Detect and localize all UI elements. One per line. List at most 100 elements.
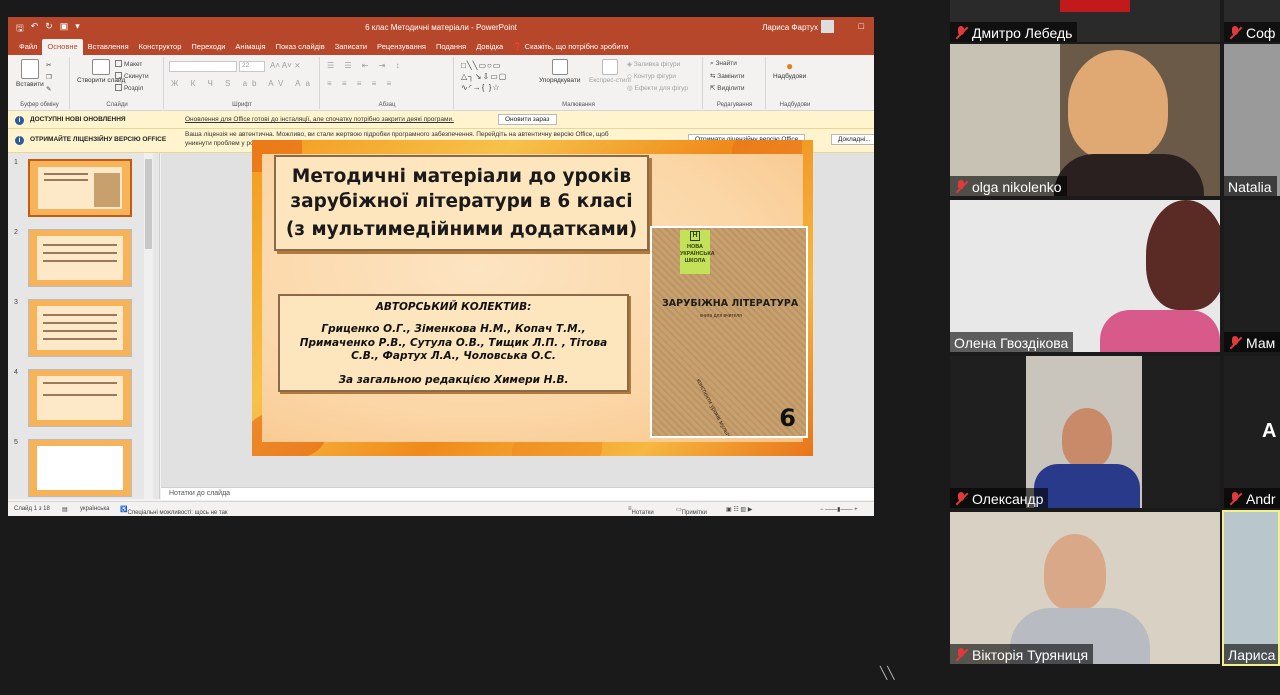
thumb-line bbox=[43, 314, 117, 316]
font-style-buttons[interactable]: Ж К Ч S ab AV Aa bbox=[171, 79, 315, 88]
comments-label: Примітки bbox=[681, 510, 707, 516]
tab-insert[interactable]: Вставлення bbox=[83, 39, 134, 55]
participant-label: Лариса bbox=[1224, 644, 1278, 664]
tab-help[interactable]: Довідка bbox=[471, 39, 508, 55]
tab-view[interactable]: Подання bbox=[431, 39, 471, 55]
thumb-line bbox=[43, 252, 117, 254]
participant-tile[interactable]: Соф bbox=[1224, 0, 1280, 42]
find-button[interactable]: ⌕ Знайти bbox=[710, 60, 737, 68]
participant-tile[interactable]: Олена Гвоздікова bbox=[950, 200, 1220, 352]
quick-styles-button[interactable]: Експрес-стилі bbox=[589, 59, 631, 84]
reset-button[interactable]: Скинути bbox=[115, 72, 149, 80]
participant-tile[interactable]: Олександр bbox=[950, 356, 1220, 508]
tab-home[interactable]: Основне bbox=[42, 39, 83, 55]
notes-button[interactable]: ≡ Нотатки bbox=[628, 506, 654, 516]
paste-button[interactable]: Вставити bbox=[16, 59, 44, 88]
thumb-line bbox=[43, 338, 117, 340]
group-editing: ⌕ Знайти ⇆ Замінити ⇱ Виділити Редагуван… bbox=[704, 57, 766, 109]
learn-more-button[interactable]: Докладні... bbox=[831, 134, 874, 145]
participant-tile[interactable]: Мам bbox=[1224, 200, 1280, 352]
tab-review[interactable]: Рецензування bbox=[372, 39, 431, 55]
slide-canvas[interactable]: Методичні матеріали до уроків зарубіжної… bbox=[252, 140, 813, 456]
slide-thumbnail-1[interactable] bbox=[28, 159, 132, 217]
participant-name: Мам bbox=[1246, 335, 1276, 351]
slide-title-line-1: Методичні матеріали до уроків bbox=[291, 166, 632, 187]
scrollbar-thumb[interactable] bbox=[145, 159, 152, 249]
arrange-button[interactable]: Упорядкувати bbox=[539, 59, 580, 84]
slide-thumbnail-3[interactable] bbox=[28, 299, 132, 357]
video-feed bbox=[950, 44, 1060, 196]
thumb-book bbox=[94, 173, 120, 207]
bullets-icon[interactable]: ☰ ☰ ⇤ ⇥ ↕ bbox=[327, 61, 404, 70]
quick-styles-label: Експрес-стилі bbox=[589, 77, 631, 84]
ribbon-display-icon[interactable]: □ bbox=[859, 21, 864, 31]
shapes-gallery[interactable]: □╲╲▭○▭ △┐↘⇩▭▢ ∿◜→{ }☆ bbox=[461, 60, 507, 93]
thumb-number: 5 bbox=[14, 439, 18, 446]
nus-badge: Н НОВА УКРАЇНСЬКА ШКОЛА bbox=[680, 230, 715, 274]
participant-tile-active-speaker[interactable]: Лариса bbox=[1222, 510, 1280, 666]
nus-letter: Н bbox=[690, 231, 700, 241]
thumb-line bbox=[43, 322, 117, 324]
book-subtitle: книга для вчителя bbox=[700, 313, 742, 319]
copy-icon[interactable]: ❐ bbox=[46, 73, 52, 81]
user-name[interactable]: Лариса Фартух bbox=[762, 23, 818, 32]
font-group-label: Шрифт bbox=[232, 102, 252, 108]
clipboard-group-label: Буфер обміну bbox=[20, 102, 59, 108]
font-size-input[interactable]: 22 bbox=[239, 61, 265, 72]
slide-thumbnail-4[interactable] bbox=[28, 369, 132, 427]
addins-button[interactable]: ● Надбудови bbox=[773, 59, 806, 80]
shape-effects-button[interactable]: ◎ Ефекти для фігур bbox=[627, 84, 688, 92]
view-buttons[interactable]: ▣ ☷ ▥ ▶ bbox=[726, 506, 752, 513]
participant-name: Andr bbox=[1246, 491, 1276, 507]
language-status[interactable]: українська bbox=[80, 506, 110, 512]
group-addins: ● Надбудови Надбудови bbox=[767, 57, 823, 109]
layout-button[interactable]: Макет bbox=[115, 60, 142, 68]
avatar-initial: A bbox=[1262, 420, 1277, 442]
select-button[interactable]: ⇱ Виділити bbox=[710, 84, 745, 92]
participant-tile[interactable]: Дмитро Лебедь bbox=[950, 0, 1220, 42]
format-painter-icon[interactable]: ✎ bbox=[46, 85, 51, 93]
tab-slideshow[interactable]: Показ слайдів bbox=[271, 39, 330, 55]
authors-list: Гриценко О.Г., Зіменкова Н.М., Копач Т.М… bbox=[299, 323, 608, 362]
participant-tile[interactable]: A Andr bbox=[1224, 356, 1280, 508]
resize-grip-icon[interactable]: ╲╲ bbox=[880, 666, 894, 680]
notes-pane[interactable]: Нотатки до слайда bbox=[161, 487, 874, 500]
nus-badge-text: НОВА УКРАЇНСЬКА ШКОЛА bbox=[680, 244, 715, 264]
zoom-slider[interactable]: − ——▮—— + bbox=[820, 506, 858, 513]
thumbnails-scrollbar[interactable] bbox=[144, 153, 153, 499]
tab-animations[interactable]: Анімація bbox=[230, 39, 270, 55]
section-button[interactable]: Розділ bbox=[115, 84, 143, 92]
align-icon[interactable]: ≡ ≡ ≡ ≡ ≡ bbox=[327, 79, 395, 88]
tell-me-search[interactable]: ❓ Скажіть, що потрібно зробити bbox=[508, 39, 633, 55]
shape-outline-button[interactable]: ◇ Контур фігури bbox=[627, 72, 676, 80]
user-avatar[interactable] bbox=[821, 20, 834, 33]
shape-fill-button[interactable]: ◈ Заливка фігури bbox=[627, 60, 680, 68]
book-cover-image[interactable]: Н НОВА УКРАЇНСЬКА ШКОЛА ЗАРУБІЖНА ЛІТЕРА… bbox=[650, 226, 808, 438]
authors-box[interactable]: АВТОРСЬКИЙ КОЛЕКТИВ: Гриценко О.Г., Зіме… bbox=[278, 294, 629, 392]
tell-me-text: Скажіть, що потрібно зробити bbox=[524, 42, 629, 51]
participant-tile[interactable]: olga nikolenko bbox=[950, 44, 1220, 196]
participant-tile[interactable]: Вікторія Туряниця bbox=[950, 512, 1220, 664]
tab-record[interactable]: Записати bbox=[330, 39, 372, 55]
addins-group-label: Надбудови bbox=[779, 102, 811, 108]
tab-design[interactable]: Конструктор bbox=[134, 39, 187, 55]
slide-thumbnail-5[interactable] bbox=[28, 439, 132, 497]
video-feed bbox=[1146, 200, 1220, 310]
slide-thumbnail-2[interactable] bbox=[28, 229, 132, 287]
font-grow-icon[interactable]: A˄ A˅ ⨯ bbox=[270, 61, 301, 70]
tab-file[interactable]: Файл bbox=[14, 39, 42, 55]
slide-title-box[interactable]: Методичні матеріали до уроків зарубіжної… bbox=[274, 155, 649, 251]
font-name-input[interactable] bbox=[169, 61, 237, 72]
spellcheck-icon[interactable]: ▤ bbox=[62, 506, 68, 513]
participant-tile[interactable]: Natalia bbox=[1224, 44, 1280, 196]
update-now-button[interactable]: Оновити зараз bbox=[498, 114, 557, 125]
thumb-number: 4 bbox=[14, 369, 18, 376]
cut-icon[interactable]: ✂ bbox=[46, 61, 51, 69]
participant-label: Мам bbox=[1224, 332, 1280, 352]
tab-transitions[interactable]: Переходи bbox=[186, 39, 230, 55]
replace-button[interactable]: ⇆ Замінити bbox=[710, 72, 745, 80]
participant-name: Олена Гвоздікова bbox=[954, 335, 1069, 351]
participant-label: Дмитро Лебедь bbox=[950, 22, 1078, 42]
comments-button[interactable]: ▭ Примітки bbox=[676, 506, 707, 516]
accessibility-status[interactable]: ♿ Спеціальні можливості: щось не так bbox=[120, 506, 228, 516]
